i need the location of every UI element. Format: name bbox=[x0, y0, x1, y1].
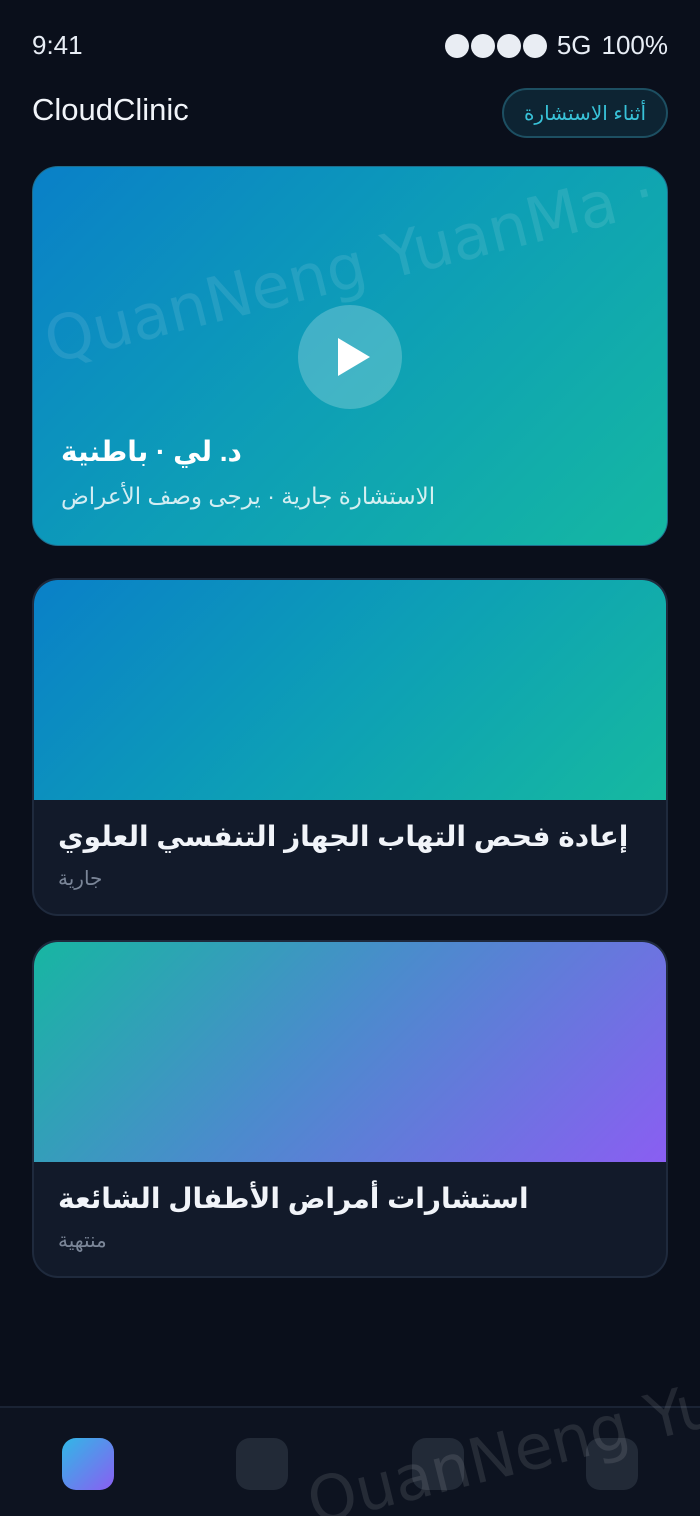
consultation-title: استشارات أمراض الأطفال الشائعة bbox=[58, 1183, 529, 1214]
play-button[interactable] bbox=[298, 305, 402, 409]
consultation-title: إعادة فحص التهاب الجهاز التنفسي العلوي bbox=[58, 821, 629, 852]
consultation-thumbnail bbox=[34, 942, 666, 1162]
doctor-name: د. لي · باطنية bbox=[61, 436, 242, 467]
bottom-nav: QuanNeng YuanMa bbox=[0, 1326, 700, 1516]
consultation-status-pill[interactable]: أثناء الاستشارة bbox=[501, 88, 668, 138]
app-header: CloudClinic أثناء الاستشارة bbox=[0, 88, 700, 138]
app-title: CloudClinic bbox=[32, 92, 189, 127]
watermark: QuanNeng YuanMa bbox=[300, 1325, 700, 1516]
status-indicators: 5G 100% bbox=[444, 30, 669, 61]
status-bar: 9:41 5G 100% bbox=[0, 0, 700, 90]
consultation-status: جارية bbox=[58, 868, 103, 890]
call-status-text: الاستشارة جارية · يرجى وصف الأعراض bbox=[61, 483, 436, 509]
status-time: 9:41 bbox=[32, 30, 83, 60]
signal-strength-icon bbox=[444, 33, 547, 58]
messages-tab-icon[interactable] bbox=[412, 1438, 464, 1490]
profile-tab-icon[interactable] bbox=[586, 1438, 638, 1490]
consultation-thumbnail bbox=[34, 580, 666, 800]
consultation-card[interactable]: استشارات أمراض الأطفال الشائعة منتهية bbox=[32, 940, 668, 1278]
play-icon bbox=[338, 338, 370, 376]
consultation-card[interactable]: إعادة فحص التهاب الجهاز التنفسي العلوي ج… bbox=[32, 578, 668, 916]
video-call-card[interactable]: QuanNeng YuanMa · in د. لي · باطنية الاس… bbox=[32, 166, 668, 546]
app-screen: 9:41 5G 100% CloudClinic أثناء الاستشارة… bbox=[0, 0, 700, 1516]
network-type: 5G bbox=[556, 30, 592, 60]
home-tab-icon[interactable] bbox=[62, 1438, 114, 1490]
consultation-status: منتهية bbox=[58, 1230, 107, 1252]
battery-level: 100% bbox=[601, 30, 669, 60]
consultations-tab-icon[interactable] bbox=[236, 1438, 288, 1490]
